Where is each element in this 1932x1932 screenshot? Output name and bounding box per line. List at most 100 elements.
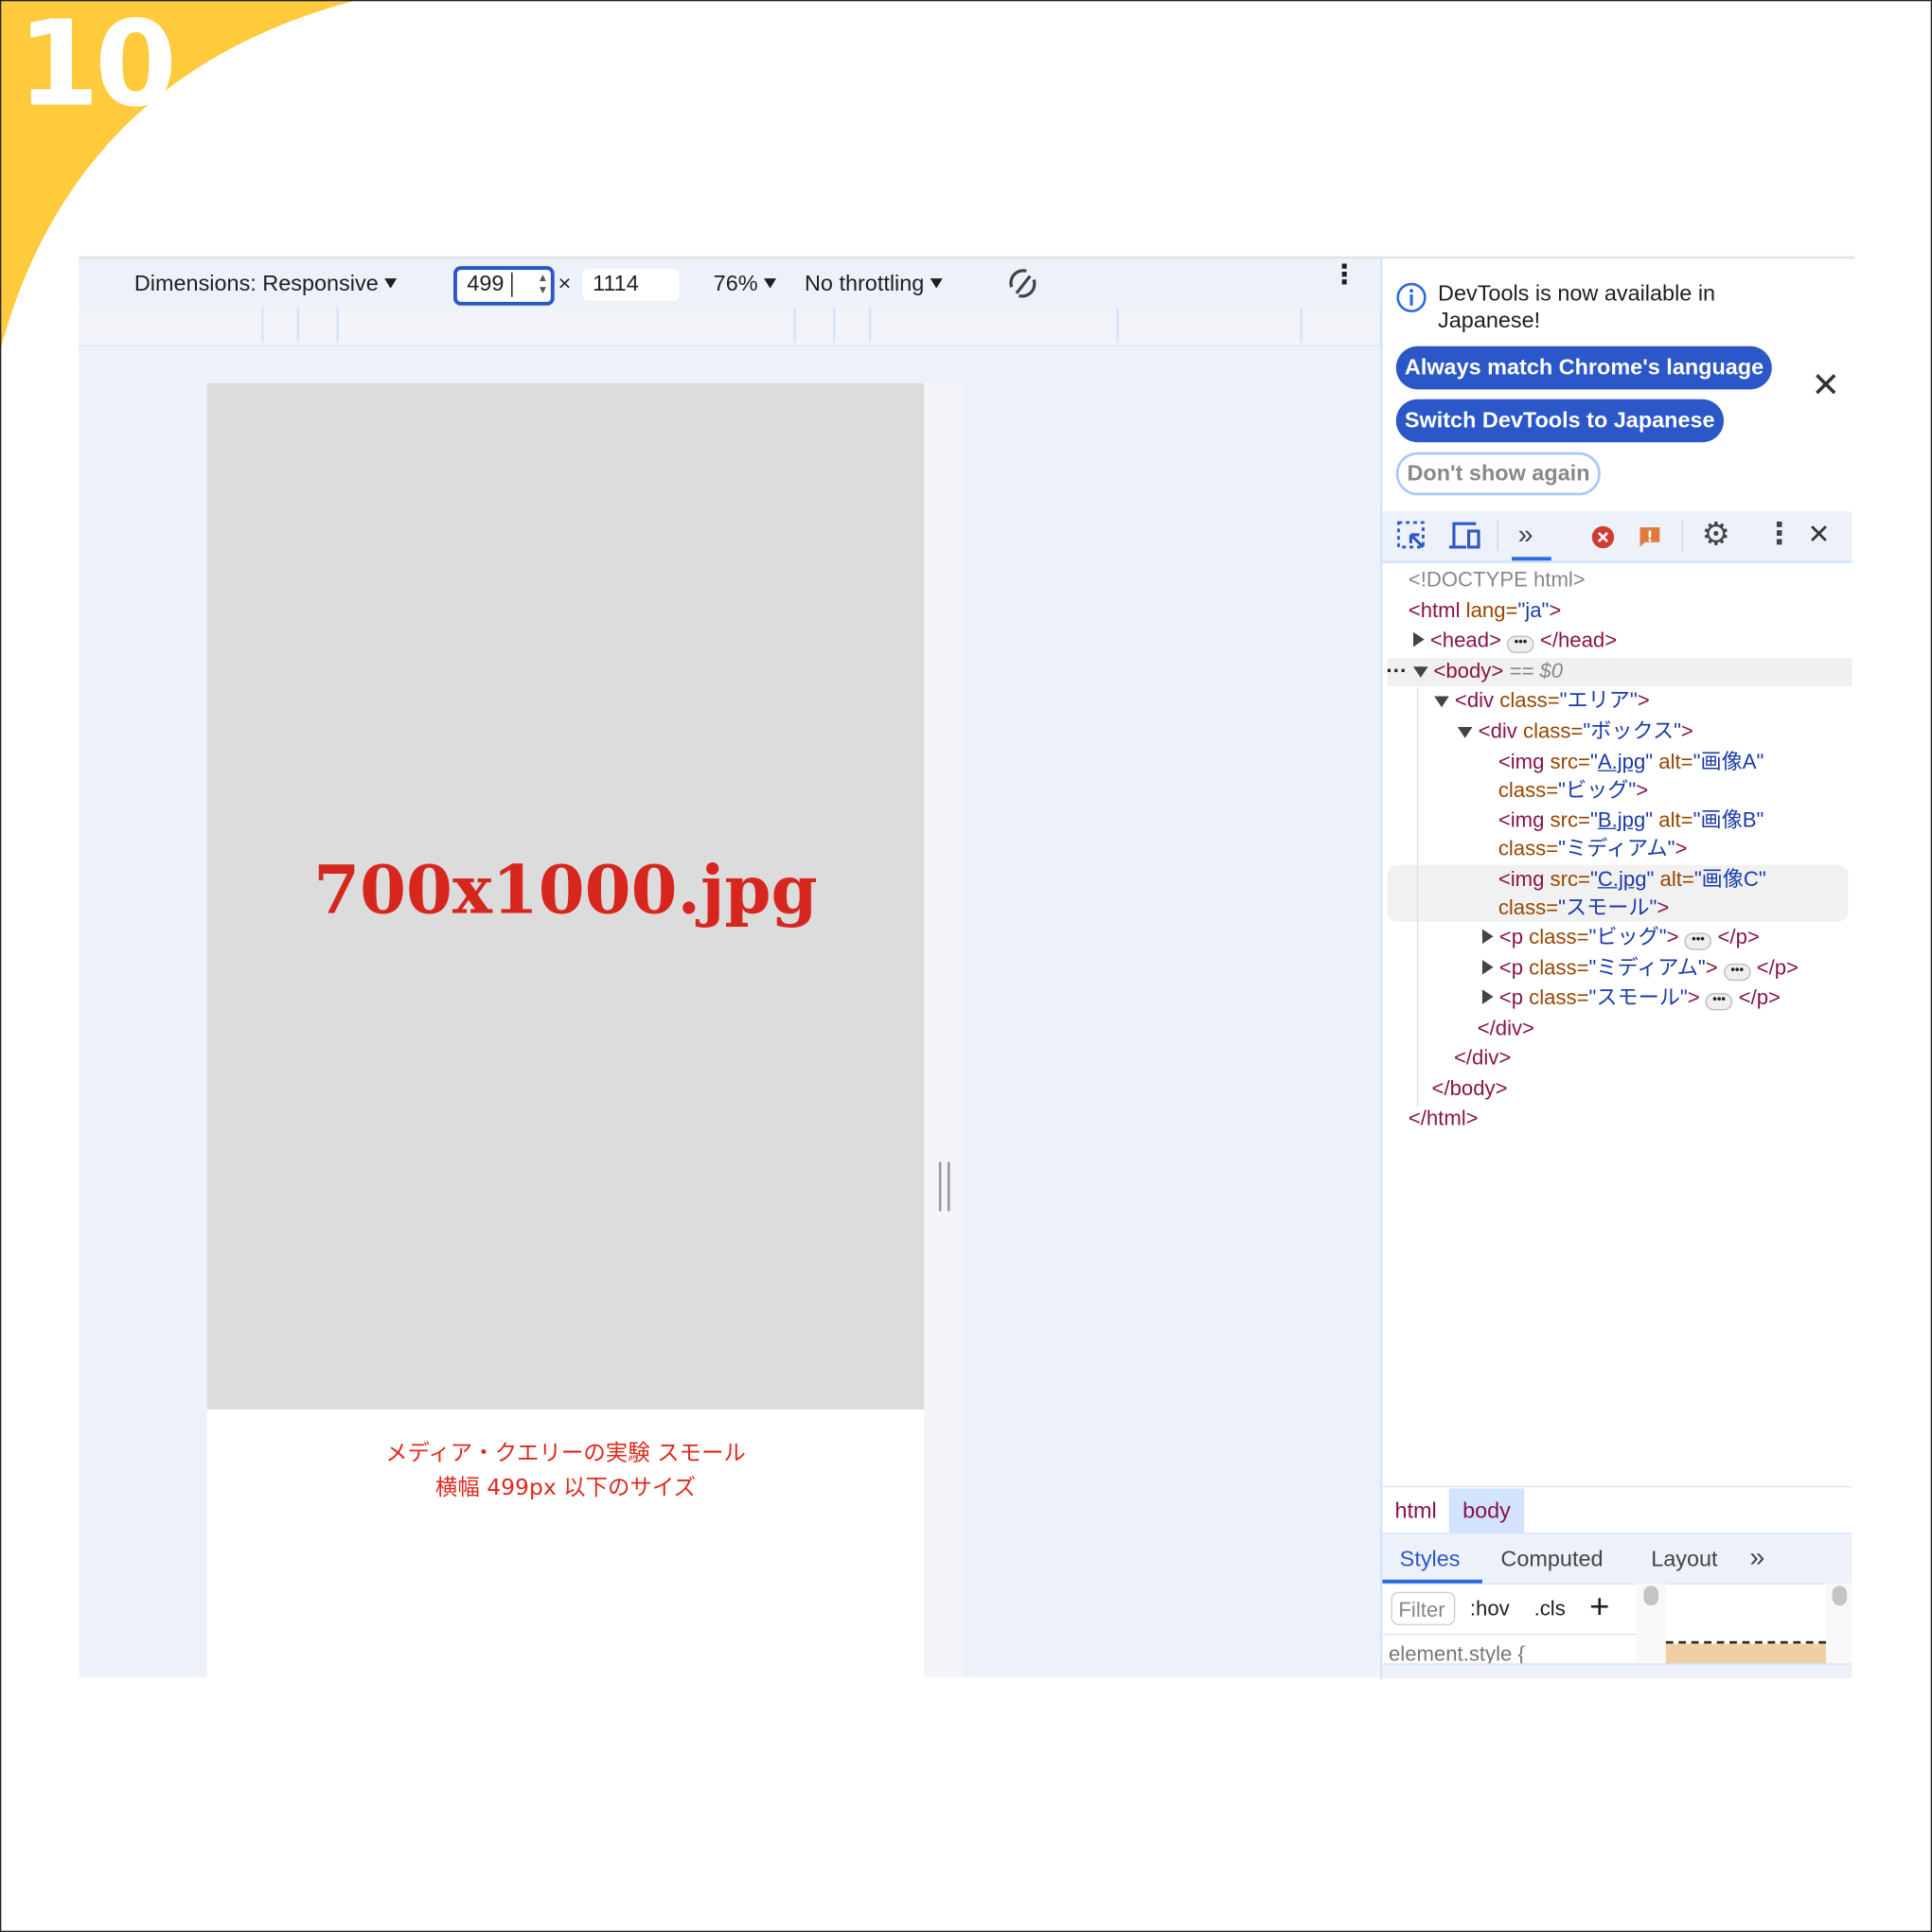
device-toggle-icon[interactable] [1448, 522, 1483, 551]
dom-doctype[interactable]: <!DOCTYPE html> [1409, 567, 1586, 594]
dom-div-area[interactable]: <div class="エリア"> [1434, 687, 1650, 715]
more-tabs-icon[interactable]: » [1749, 1541, 1764, 1573]
tag: <img [1498, 807, 1545, 832]
expand-icon[interactable] [1481, 959, 1494, 975]
resize-handle[interactable] [938, 1161, 950, 1212]
rotate-icon[interactable] [1005, 266, 1039, 300]
always-match-language-button[interactable]: Always match Chrome's language [1395, 346, 1773, 390]
add-rule-icon[interactable]: + [1589, 1587, 1609, 1625]
close-notice-icon[interactable]: ✕ [1811, 364, 1840, 405]
zoom-dropdown[interactable]: 76% [713, 271, 777, 296]
expand-icon[interactable] [1481, 989, 1494, 1004]
tab-styles[interactable]: Styles [1400, 1547, 1461, 1572]
src-link[interactable]: C.jpg [1598, 867, 1647, 891]
attr-value: "ビッグ" [1558, 778, 1637, 803]
dom-p-big[interactable]: <p class="ビッグ"> ••• </p> [1481, 924, 1760, 951]
row-menu-icon[interactable]: ··· [1386, 659, 1407, 682]
tag: > [1680, 719, 1693, 743]
expand-icon[interactable] [1481, 929, 1494, 945]
width-input[interactable]: 499 ▲ ▼ [453, 266, 555, 306]
resize-strip [924, 382, 964, 1677]
collapse-icon[interactable] [1457, 726, 1473, 738]
attr-value: "画像B" [1693, 807, 1764, 832]
tag: <p [1498, 956, 1524, 980]
switch-to-japanese-button[interactable]: Switch DevTools to Japanese [1395, 399, 1724, 443]
zoom-value: 76% [713, 271, 758, 296]
attr-value: "スモール" [1558, 895, 1657, 920]
tab-computed[interactable]: Computed [1500, 1547, 1603, 1572]
dom-img-c[interactable]: <img src="C.jpg" alt="画像C" class="スモール"> [1498, 865, 1766, 922]
dom-p-small[interactable]: <p class="スモール"> ••• </p> [1481, 984, 1781, 1012]
attr-value: "ミディアム" [1588, 956, 1706, 980]
dom-body-close[interactable]: </body> [1432, 1075, 1508, 1103]
breadcrumb-html[interactable]: html [1382, 1498, 1448, 1523]
height-input[interactable]: 1114 [582, 268, 680, 301]
quote: " [1589, 807, 1598, 832]
cls-button[interactable]: .cls [1534, 1597, 1566, 1622]
throttling-value: No throttling [804, 271, 925, 296]
indent-guide [1416, 687, 1419, 1107]
src-link[interactable]: A.jpg [1598, 751, 1645, 774]
dom-html-open[interactable]: <html lang="ja"> [1409, 597, 1562, 625]
attr: class= [1494, 688, 1560, 713]
attr-value: "画像C" [1693, 867, 1766, 892]
kebab-icon[interactable]: ⋮ [1764, 516, 1794, 552]
active-tab-indicator [1382, 1579, 1482, 1584]
expand-icon[interactable] [1413, 631, 1425, 647]
ellipsis-icon[interactable]: ••• [1684, 932, 1712, 950]
quote: " [1589, 750, 1598, 774]
dom-img-a[interactable]: <img src="A.jpg" alt="画像A" class="ビッグ"> [1498, 748, 1764, 805]
tag: </p> [1756, 956, 1799, 980]
warning-icon[interactable] [1639, 526, 1660, 548]
styles-filter-input[interactable]: Filter [1391, 1591, 1456, 1625]
ellipsis-icon[interactable]: ••• [1705, 993, 1733, 1011]
attr: lang= [1460, 598, 1518, 623]
more-options-icon[interactable]: ⋮ [1331, 260, 1358, 288]
dom-html-close[interactable]: </html> [1409, 1106, 1479, 1133]
tag: > [1687, 985, 1700, 1010]
box-model-margin [1665, 1643, 1827, 1665]
inspect-icon[interactable] [1397, 521, 1427, 551]
tag: > [1549, 598, 1562, 623]
tab-layout[interactable]: Layout [1651, 1547, 1717, 1572]
dom-div-close[interactable]: </div> [1478, 1016, 1534, 1043]
tag: > [1666, 925, 1679, 949]
dom-body[interactable]: ··· <body> == $0 [1386, 658, 1563, 685]
attr: src= [1544, 867, 1590, 892]
tag: <head> [1429, 628, 1501, 652]
ellipsis-icon[interactable]: ••• [1723, 963, 1751, 982]
attr: class= [1498, 895, 1559, 920]
throttling-dropdown[interactable]: No throttling [805, 271, 943, 296]
dimensions-dropdown[interactable]: Dimensions: Responsive [134, 271, 398, 296]
language-notice: DevTools is now available in Japanese! [1438, 279, 1715, 333]
info-icon [1396, 282, 1427, 312]
collapse-icon[interactable] [1412, 666, 1428, 678]
close-devtools-icon[interactable]: ✕ [1808, 519, 1831, 551]
ellipsis-icon[interactable]: ••• [1507, 635, 1534, 653]
tag: > [1657, 895, 1670, 920]
collapse-icon[interactable] [1434, 696, 1449, 708]
spinner-icon[interactable]: ▲ ▼ [538, 271, 549, 295]
breadcrumb-body[interactable]: body [1448, 1488, 1525, 1533]
error-icon[interactable] [1591, 525, 1615, 549]
caption-line-1: メディア・クエリーの実験 スモール [385, 1440, 746, 1466]
notice-line-1: DevTools is now available in [1438, 280, 1716, 306]
attr: class= [1516, 719, 1584, 743]
src-link[interactable]: B.jpg [1598, 808, 1645, 832]
dont-show-again-button[interactable]: Don't show again [1395, 452, 1602, 496]
height-value: 1114 [593, 271, 639, 296]
dom-p-medium[interactable]: <p class="ミディアム"> ••• </p> [1481, 955, 1799, 983]
caret-down-icon [764, 278, 777, 289]
more-tabs-icon[interactable]: » [1518, 519, 1533, 551]
dom-head[interactable]: <head> ••• </head> [1413, 628, 1617, 655]
quote: " [1589, 867, 1598, 892]
attr-value: "スモール" [1588, 985, 1688, 1010]
attr: alt= [1653, 807, 1693, 832]
dom-img-b[interactable]: <img src="B.jpg" alt="画像B" class="ミディアム"> [1498, 806, 1764, 862]
scrollbar[interactable] [1826, 1583, 1852, 1665]
scrollbar[interactable] [1636, 1583, 1666, 1665]
hov-button[interactable]: :hov [1470, 1597, 1510, 1622]
dom-div-close[interactable]: </div> [1454, 1045, 1511, 1072]
dom-div-box[interactable]: <div class="ボックス"> [1457, 718, 1693, 746]
settings-icon[interactable]: ⚙ [1702, 515, 1730, 553]
